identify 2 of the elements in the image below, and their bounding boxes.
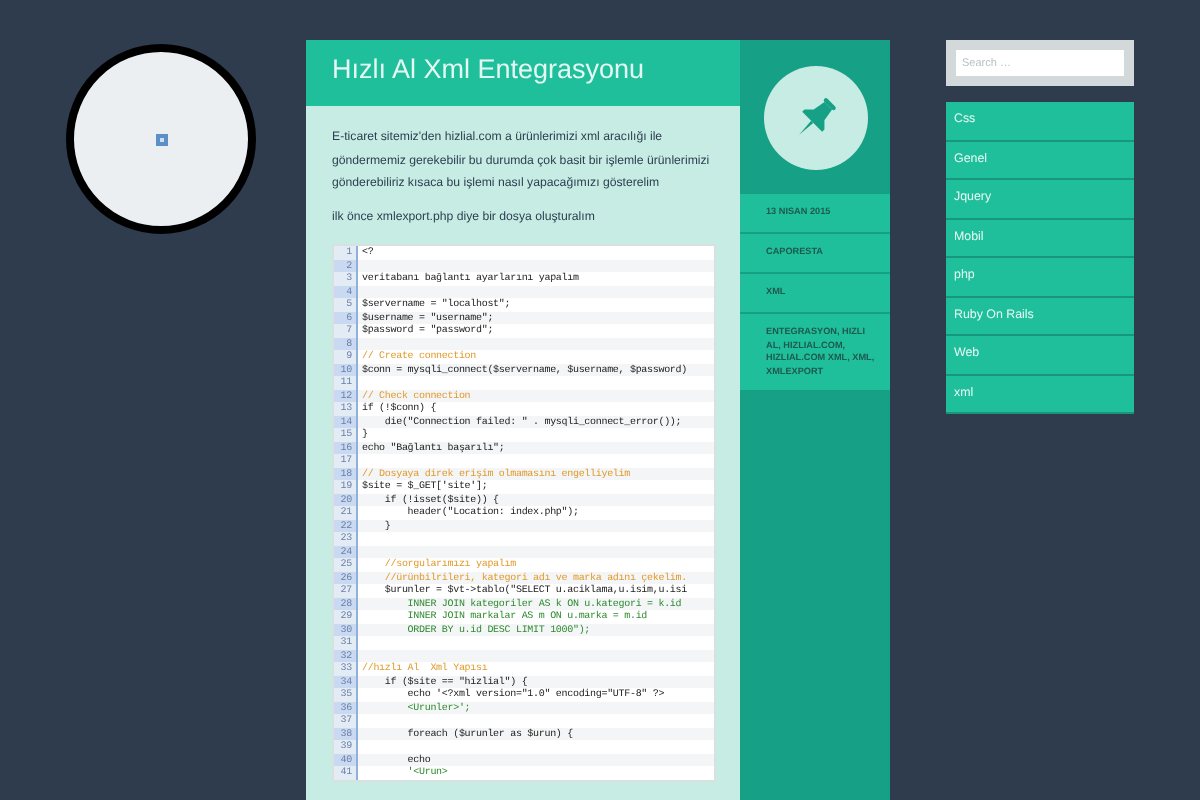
post-title: Hızlı Al Xml Entegrasyonu [306,40,740,106]
broken-image-icon [155,133,167,145]
